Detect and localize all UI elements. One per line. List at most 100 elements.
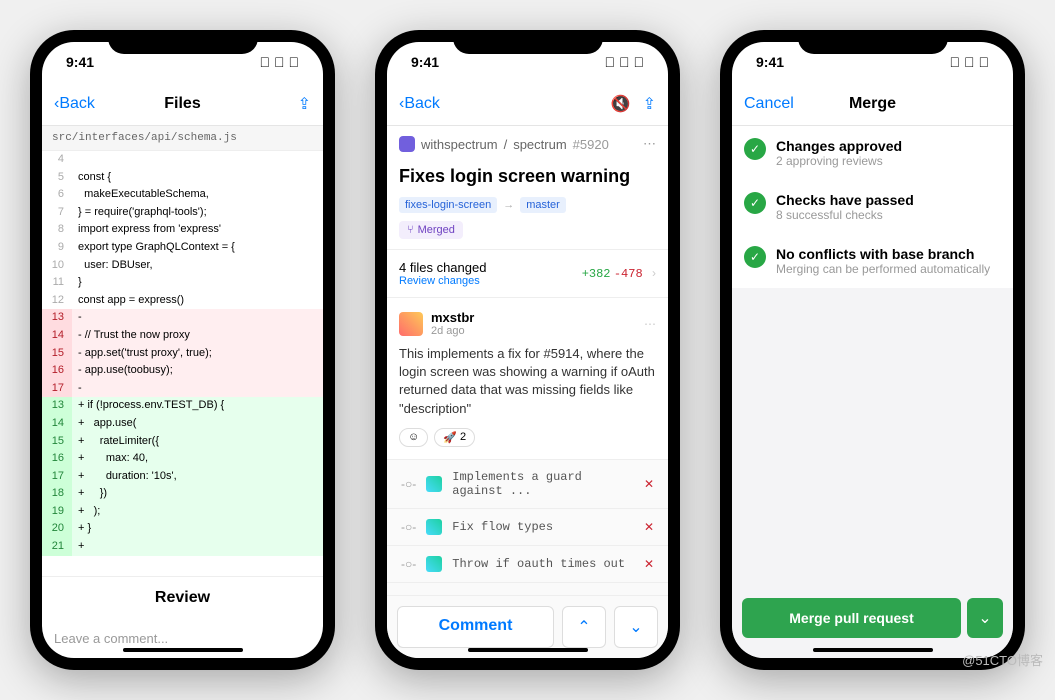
signal-icon: 􀙇 [605,54,616,70]
files-changed-row[interactable]: 4 files changed Review changes +382 -478… [387,249,668,298]
merge-check-item[interactable]: ✓ Changes approved2 approving reviews [732,126,1013,180]
battery-icon: 􀛨 [634,54,645,70]
code-line[interactable]: 20+ } [42,520,323,538]
line-content: + if (!process.env.TEST_DB) { [72,397,323,415]
code-line[interactable]: 6 makeExecutableSchema, [42,186,323,204]
line-content: + ); [72,503,323,521]
more-icon[interactable]: ⋯ [644,317,656,331]
share-icon[interactable]: ⇪ [643,94,656,114]
review-changes-link[interactable]: Review changes [399,275,486,287]
branch-from[interactable]: fixes-login-screen [399,197,497,213]
notch [798,30,948,54]
code-line[interactable]: 10 user: DBUser, [42,257,323,275]
back-button[interactable]: ‹ Back [399,95,440,113]
home-indicator[interactable] [123,648,243,652]
back-label: Back [59,95,95,113]
battery-icon: 􀛨 [289,54,300,70]
notch [453,30,603,54]
merged-badge: ⑂ Merged [399,221,463,239]
code-line[interactable]: 16+ max: 40, [42,450,323,468]
code-line[interactable]: 17+ duration: '10s', [42,468,323,486]
check-icon: ✓ [744,138,766,160]
navbar: Cancel Merge [732,82,1013,126]
code-line[interactable]: 12const app = express() [42,292,323,310]
status-icons: 􀙇 􀙈 􀛨 [260,54,300,70]
code-line[interactable]: 13- [42,309,323,327]
home-indicator[interactable] [468,648,588,652]
status-x-icon: ✕ [644,557,654,571]
more-icon[interactable]: ⋯ [643,136,656,152]
back-button[interactable]: ‹ Back [54,95,95,113]
code-line[interactable]: 15+ rateLimiter({ [42,433,323,451]
merge-check-item[interactable]: ✓No conflicts with base branchMerging ca… [732,234,1013,288]
add-reaction[interactable]: ☺ [399,428,428,447]
line-number: 5 [42,169,72,187]
code-line[interactable]: 9export type GraphQLContext = { [42,239,323,257]
repo-breadcrumb[interactable]: withspectrum / spectrum #5920 ⋯ [387,126,668,162]
watermark: @51CTO博客 [962,650,1043,669]
avatar[interactable] [399,312,423,336]
status-time: 9:41 [756,54,784,70]
commit-item[interactable]: -○-Implements a guard against ...✕ [387,459,668,508]
line-content: - [72,309,323,327]
line-content: + duration: '10s', [72,468,323,486]
cancel-button[interactable]: Cancel [744,95,794,113]
check-title: No conflicts with base branch [776,246,990,262]
merge-pr-button[interactable]: Merge pull request [742,598,961,638]
code-diff[interactable]: 45const {6 makeExecutableSchema,7} = req… [42,151,323,576]
merge-options-button[interactable]: ⌄ [967,598,1003,638]
code-line[interactable]: 14- // Trust the now proxy [42,327,323,345]
review-button[interactable]: Review [42,576,323,619]
line-content: - app.set('trust proxy', true); [72,345,323,363]
code-line[interactable]: 18+ }) [42,485,323,503]
author[interactable]: mxstbr [431,310,474,325]
merged-label: Merged [418,224,455,236]
line-number: 15 [42,433,72,451]
line-content: + [72,538,323,556]
code-line[interactable]: 5const { [42,169,323,187]
check-title: Checks have passed [776,192,914,208]
file-path: src/interfaces/api/schema.js [42,126,323,151]
line-content: import express from 'express' [72,221,323,239]
commit-avatar [426,476,442,492]
code-line[interactable]: 14+ app.use( [42,415,323,433]
home-indicator[interactable] [813,648,933,652]
code-line[interactable]: 8import express from 'express' [42,221,323,239]
line-content: - [72,380,323,398]
check-title: Changes approved [776,138,902,154]
next-button[interactable]: ⌄ [614,606,658,648]
commit-item[interactable]: -○-Throw if oauth times out✕ [387,545,668,582]
mute-icon[interactable]: 🔇 [611,94,631,114]
pr-content[interactable]: withspectrum / spectrum #5920 ⋯ Fixes lo… [387,126,668,595]
code-line[interactable]: 21+ [42,538,323,556]
code-line[interactable]: 16- app.use(toobusy); [42,362,323,380]
line-number: 6 [42,186,72,204]
line-content: } [72,274,323,292]
code-line[interactable]: 17- [42,380,323,398]
comment-input[interactable]: Leave a comment... [42,619,323,658]
check-subtitle: 8 successful checks [776,208,914,222]
rocket-reaction[interactable]: 🚀 2 [434,428,475,447]
check-subtitle: 2 approving reviews [776,154,902,168]
code-line[interactable]: 13+ if (!process.env.TEST_DB) { [42,397,323,415]
code-line[interactable]: 15- app.set('trust proxy', true); [42,345,323,363]
commit-item[interactable]: -○-Fix flow types✕ [387,508,668,545]
branch-to[interactable]: master [520,197,566,213]
review-request-event: ◉ mxstbr requested a review from brianlo… [387,582,668,595]
share-icon[interactable]: ⇪ [298,94,311,114]
comment-button[interactable]: Comment [397,606,554,648]
prev-button[interactable]: ⌃ [562,606,606,648]
code-line[interactable]: 11} [42,274,323,292]
code-line[interactable]: 4 [42,151,323,169]
line-number: 13 [42,309,72,327]
line-number: 12 [42,292,72,310]
wifi-icon: 􀙈 [274,54,285,70]
code-line[interactable]: 7} = require('graphql-tools'); [42,204,323,222]
battery-icon: 􀛨 [979,54,990,70]
repo-name: spectrum [513,137,566,152]
merge-check-item[interactable]: ✓Checks have passed8 successful checks [732,180,1013,234]
line-number: 4 [42,151,72,169]
repo-icon [399,136,415,152]
code-line[interactable]: 19+ ); [42,503,323,521]
line-content: makeExecutableSchema, [72,186,323,204]
